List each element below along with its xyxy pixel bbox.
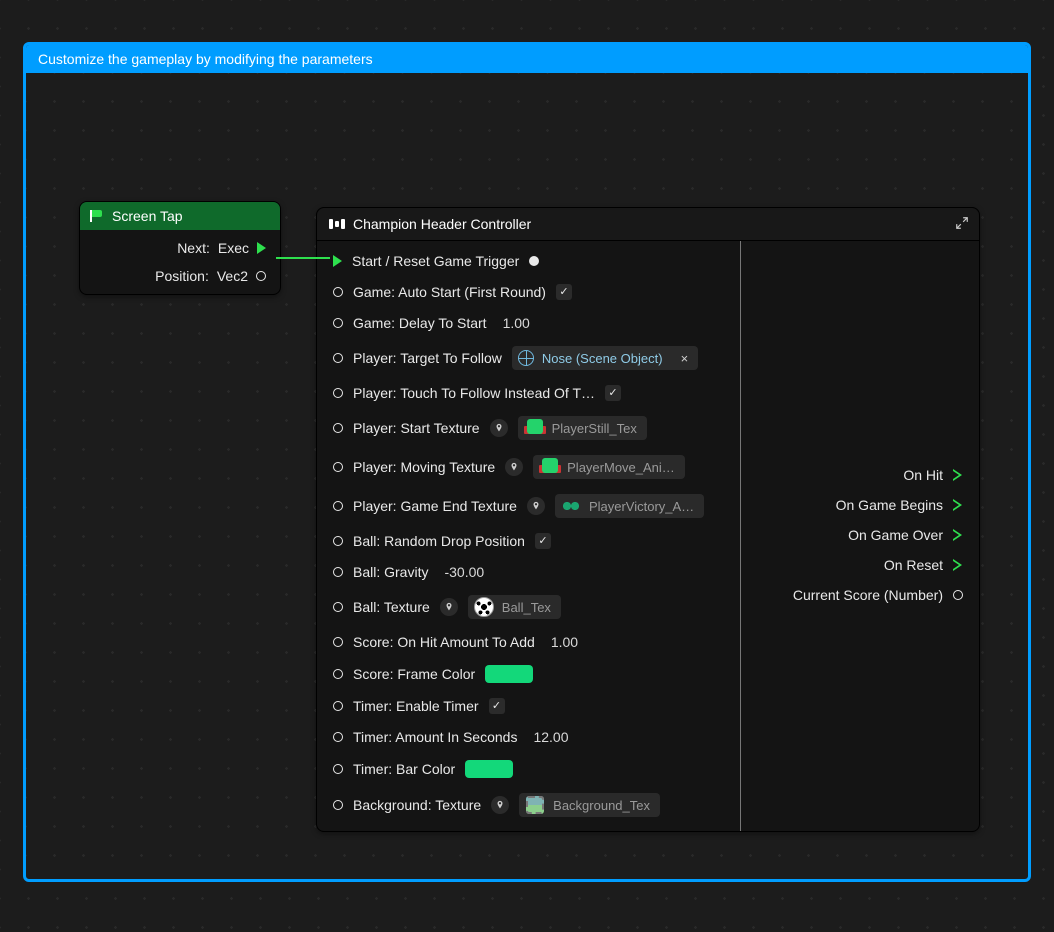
in-start-texture[interactable]: Player: Start Texture PlayerStill_Tex [333,416,724,440]
data-port-icon[interactable] [333,701,343,711]
sprite-thumb-icon [524,419,544,437]
data-port-icon[interactable] [333,602,343,612]
number-value[interactable]: 1.00 [551,634,578,650]
ball-thumb-icon [474,597,494,617]
checkbox[interactable] [605,385,621,401]
data-port-icon[interactable] [333,732,343,742]
data-port-icon[interactable] [333,388,343,398]
in-start-reset[interactable]: Start / Reset Game Trigger [333,253,724,269]
data-port-icon[interactable] [333,423,343,433]
data-port-icon[interactable] [333,637,343,647]
in-score-frame-color[interactable]: Score: Frame Color [333,665,724,683]
sprite-thumb-icon [539,458,559,476]
exec-port-icon[interactable] [257,242,266,254]
color-swatch[interactable] [485,665,533,683]
in-score-on-hit[interactable]: Score: On Hit Amount To Add 1.00 [333,634,724,650]
screen-tap-next-output[interactable]: Next: Exec [94,240,266,256]
pin-icon[interactable] [490,419,508,437]
data-port-icon[interactable] [333,462,343,472]
position-type: Vec2 [217,268,248,284]
trigger-dot-icon [529,256,539,266]
instruction-panel: Customize the gameplay by modifying the … [23,42,1031,882]
screen-tap-header[interactable]: Screen Tap [80,202,280,230]
data-port-icon[interactable] [333,800,343,810]
checkbox[interactable] [535,533,551,549]
out-on-game-begins[interactable]: On Game Begins [753,497,963,513]
clear-chip-icon[interactable]: × [681,351,689,366]
next-type: Exec [218,240,249,256]
panel-body: Screen Tap Next: Exec Position: Vec2 Cha… [26,73,1028,879]
vec2-port-icon[interactable] [256,271,266,281]
champion-node[interactable]: Champion Header Controller Start / Reset… [316,207,980,832]
panel-header: Customize the gameplay by modifying the … [26,45,1028,73]
in-ball-gravity[interactable]: Ball: Gravity -30.00 [333,564,724,580]
screen-tap-node[interactable]: Screen Tap Next: Exec Position: Vec2 [79,201,281,295]
script-icon [329,219,345,229]
in-target-to-follow[interactable]: Player: Target To Follow Nose (Scene Obj… [333,346,724,370]
checkbox[interactable] [489,698,505,714]
data-port-icon[interactable] [333,536,343,546]
exec-in-port-icon[interactable] [333,255,342,267]
exec-out-port-icon[interactable] [953,559,963,571]
data-out-port-icon[interactable] [953,590,963,600]
scene-object-chip[interactable]: Nose (Scene Object) × [512,346,698,370]
data-port-icon[interactable] [333,669,343,679]
in-auto-start[interactable]: Game: Auto Start (First Round) [333,284,724,300]
in-ball-random-drop[interactable]: Ball: Random Drop Position [333,533,724,549]
background-thumb-icon [526,796,544,814]
in-timer-amount[interactable]: Timer: Amount In Seconds 12.00 [333,729,724,745]
champion-title: Champion Header Controller [353,216,531,232]
panel-title: Customize the gameplay by modifying the … [38,45,373,73]
in-background-texture[interactable]: Background: Texture Background_Tex [333,793,724,817]
in-moving-texture[interactable]: Player: Moving Texture PlayerMove_Ani… [333,455,724,479]
number-value[interactable]: 12.00 [533,729,568,745]
pin-icon[interactable] [505,458,523,476]
globe-icon [518,350,534,366]
data-port-icon[interactable] [333,764,343,774]
out-on-game-over[interactable]: On Game Over [753,527,963,543]
out-current-score[interactable]: Current Score (Number) [753,587,963,603]
color-swatch[interactable] [465,760,513,778]
in-timer-bar-color[interactable]: Timer: Bar Color [333,760,724,778]
data-port-icon[interactable] [333,287,343,297]
exec-out-port-icon[interactable] [953,469,963,481]
pin-icon[interactable] [527,497,545,515]
in-ball-texture[interactable]: Ball: Texture Ball_Tex [333,595,724,619]
texture-chip[interactable]: Background_Tex [519,793,660,817]
pin-icon[interactable] [440,598,458,616]
next-label: Next: [177,240,210,256]
exec-out-port-icon[interactable] [953,499,963,511]
expand-icon[interactable] [955,216,969,233]
exec-out-port-icon[interactable] [953,529,963,541]
sprite-thumb-icon [561,497,581,515]
in-touch-to-follow[interactable]: Player: Touch To Follow Instead Of T… [333,385,724,401]
out-on-reset[interactable]: On Reset [753,557,963,573]
data-port-icon[interactable] [333,567,343,577]
screen-tap-title: Screen Tap [112,208,183,224]
texture-chip[interactable]: PlayerVictory_A… [555,494,704,518]
flag-icon [90,210,104,222]
pin-icon[interactable] [491,796,509,814]
champion-header[interactable]: Champion Header Controller [317,208,979,241]
number-value[interactable]: 1.00 [503,315,530,331]
number-value[interactable]: -30.00 [444,564,484,580]
checkbox[interactable] [556,284,572,300]
in-timer-enable[interactable]: Timer: Enable Timer [333,698,724,714]
in-game-end-texture[interactable]: Player: Game End Texture PlayerVictory_A… [333,494,724,518]
in-delay-to-start[interactable]: Game: Delay To Start 1.00 [333,315,724,331]
data-port-icon[interactable] [333,501,343,511]
screen-tap-position-output[interactable]: Position: Vec2 [94,268,266,284]
out-on-hit[interactable]: On Hit [753,467,963,483]
texture-chip[interactable]: PlayerMove_Ani… [533,455,685,479]
texture-chip[interactable]: Ball_Tex [468,595,561,619]
data-port-icon[interactable] [333,353,343,363]
texture-chip[interactable]: PlayerStill_Tex [518,416,647,440]
data-port-icon[interactable] [333,318,343,328]
position-label: Position: [155,268,209,284]
